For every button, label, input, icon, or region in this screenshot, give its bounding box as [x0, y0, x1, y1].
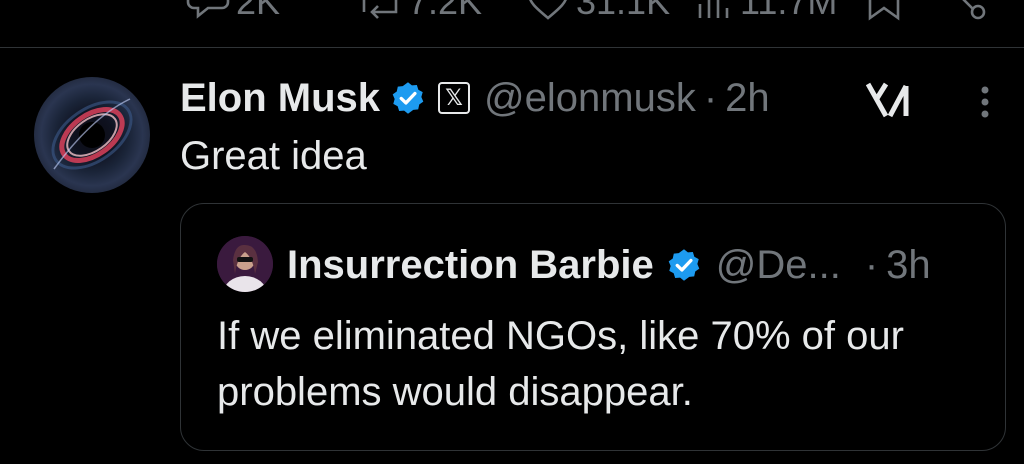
like-count: 31.1K — [576, 0, 671, 22]
grok-icon[interactable] — [866, 80, 912, 120]
repost-icon — [362, 0, 398, 19]
black-hole-image — [51, 98, 133, 170]
quoted-author-name: Insurrection Barbie — [287, 242, 654, 287]
bookmark-icon — [868, 0, 900, 21]
views-icon — [698, 0, 729, 18]
x-logo-icon: 𝕏 — [445, 85, 463, 110]
heart-icon — [529, 0, 567, 20]
tweet-text: Great idea — [180, 134, 367, 178]
like-action[interactable]: 31.1K — [526, 0, 670, 22]
avatar-insurrection-barbie — [217, 236, 273, 292]
author-handle[interactable]: @elonmusk — [484, 76, 696, 121]
share-icon — [962, 0, 986, 20]
tweet-divider — [0, 47, 1024, 48]
quoted-author-handle: @De... — [715, 242, 841, 287]
verified-badge-icon — [668, 249, 700, 281]
avatar-portrait-image — [217, 236, 273, 292]
avatar-elon-musk[interactable] — [34, 77, 150, 193]
more-options-icon[interactable] — [974, 82, 996, 122]
views-action[interactable]: 11.7M — [694, 0, 837, 22]
affiliation-badge[interactable]: 𝕏 — [438, 82, 471, 114]
bookmark-action[interactable] — [864, 0, 904, 22]
reply-icon — [186, 0, 230, 19]
verified-badge-icon — [392, 82, 424, 114]
quoted-tweet-timestamp: 3h — [886, 242, 931, 287]
views-count: 11.7M — [740, 0, 838, 22]
quoted-tweet-text: If we eliminated NGOs, like 70% of our p… — [217, 314, 904, 414]
tweet-header: Elon Musk 𝕏 @elonmusk · 2h — [180, 72, 770, 124]
quoted-tweet-header: Insurrection Barbie @De... · 3h — [287, 240, 931, 290]
reply-action[interactable]: 2K — [186, 0, 280, 22]
separator-dot: · — [703, 75, 718, 120]
quoted-tweet-card[interactable]: Insurrection Barbie @De... · 3h If we el… — [180, 203, 1006, 451]
separator-dot: · — [864, 242, 879, 287]
reply-count: 2K — [236, 0, 281, 22]
repost-count: 7.2K — [408, 0, 483, 22]
tweet-timestamp[interactable]: 2h — [725, 76, 770, 121]
share-action[interactable] — [944, 0, 988, 22]
repost-action[interactable]: 7.2K — [358, 0, 482, 22]
author-name[interactable]: Elon Musk — [180, 76, 380, 121]
previous-tweet-action-bar: 2K 7.2K 31.1K 11.7M — [0, 0, 1024, 24]
